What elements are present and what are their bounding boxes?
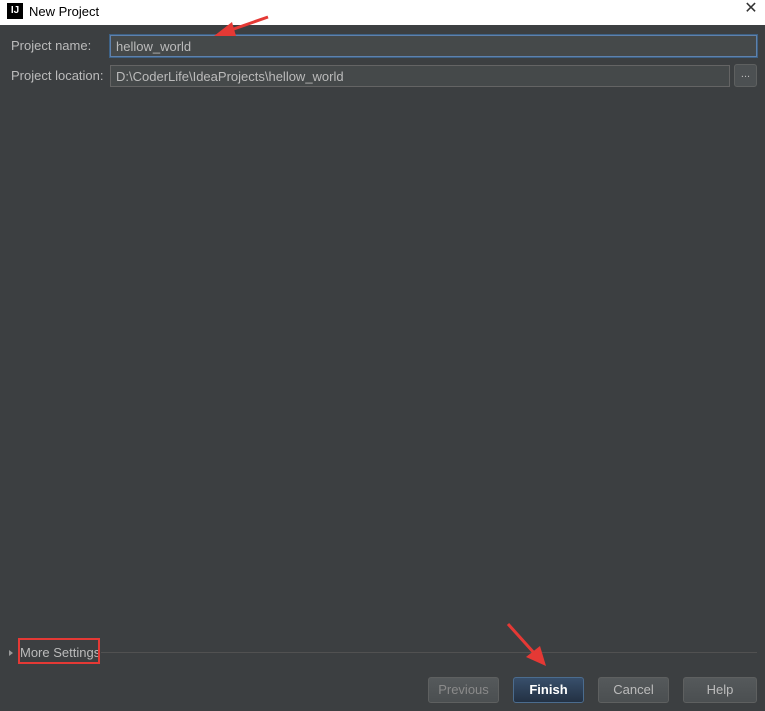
project-name-input[interactable] [110,35,757,57]
annotation-arrow-finish [506,622,546,666]
cancel-button[interactable]: Cancel [598,677,669,703]
window-title: New Project [29,4,100,19]
close-icon[interactable]: ✕ [741,0,761,20]
project-name-label: Project name: [11,38,92,53]
separator-line [101,652,757,653]
annotation-box [18,638,100,664]
help-button[interactable]: Help [683,677,757,703]
previous-button[interactable]: Previous [428,677,499,703]
expand-triangle-icon [9,650,13,656]
finish-button[interactable]: Finish [513,677,584,703]
annotation-arrows [214,15,546,666]
project-location-input[interactable] [110,65,730,87]
title-bar: IJ New Project ✕ [0,0,765,25]
project-location-label: Project location: [11,68,104,83]
browse-button[interactable]: ... [734,64,757,87]
intellij-logo-icon: IJ [7,3,23,19]
